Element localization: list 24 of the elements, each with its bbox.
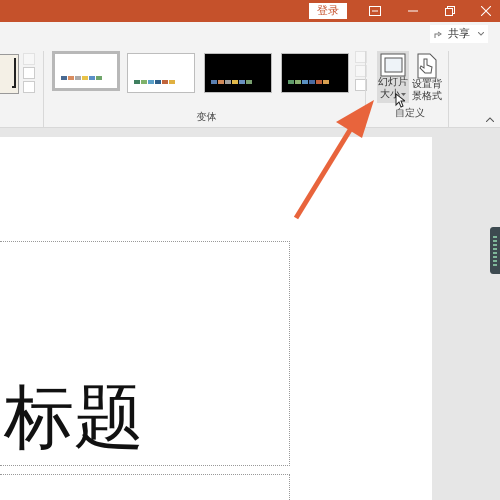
share-button[interactable]: 共享 (430, 25, 488, 43)
format-background-button[interactable]: 设置背 景格式 (411, 50, 443, 103)
partial-theme-thumbnail[interactable] (0, 54, 19, 94)
restore-icon[interactable] (445, 6, 455, 16)
minimize-icon[interactable] (408, 10, 418, 12)
slide-title: 标题 (4, 377, 144, 457)
title-placeholder[interactable]: 标题 (0, 241, 290, 466)
login-button[interactable]: 登录 (309, 3, 347, 19)
variant-thumbnail[interactable] (281, 52, 349, 93)
group-label: 自定义 (395, 106, 425, 121)
variant-thumbnail[interactable] (204, 52, 272, 93)
page-hand-icon (416, 52, 438, 79)
zoom-slider-widget[interactable] (490, 227, 500, 274)
ribbon-display-icon[interactable] (369, 6, 381, 16)
slide-size-button[interactable]: 幻灯片 大小 (377, 50, 409, 103)
caret-icon (401, 92, 406, 96)
share-icon (434, 30, 444, 38)
variant-thumbnail[interactable] (127, 52, 195, 93)
close-icon[interactable] (481, 6, 491, 16)
caret-icon (478, 32, 484, 36)
group-label: 变体 (196, 110, 216, 125)
collapse-ribbon-icon[interactable] (486, 117, 494, 122)
slide-size-icon (380, 52, 406, 77)
variant-thumbnail[interactable] (52, 50, 120, 91)
